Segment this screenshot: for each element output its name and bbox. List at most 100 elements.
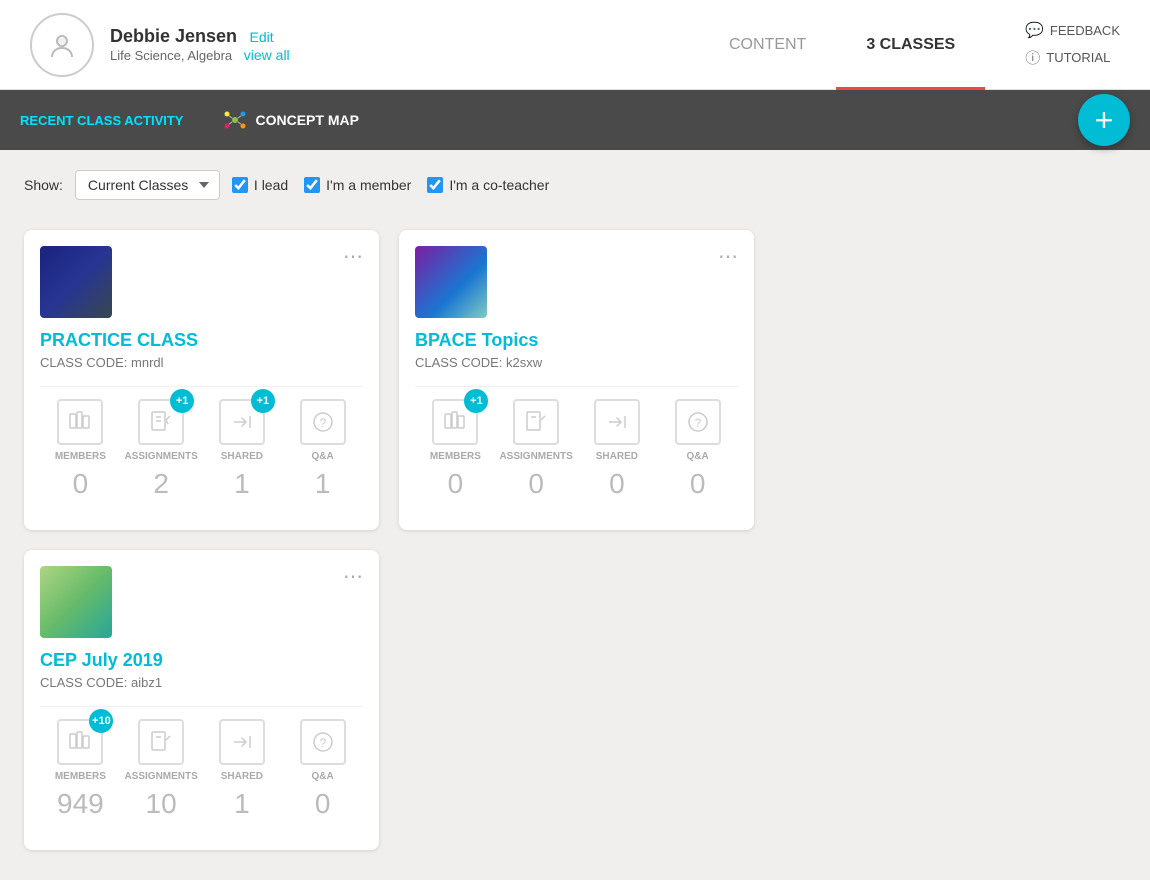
members-icon-wrap-b: +1 [432,399,478,445]
card-menu-practice[interactable]: ⋯ [343,244,365,269]
card-stats-bpace: +1 MEMBERS 0 ASSIGNMENTS 0 [415,386,738,500]
class-card-bpace: ⋯ BPACE Topics CLASS CODE: k2sxw +1 MEMB… [399,230,754,530]
members-icon-wrap-c: +10 [57,719,103,765]
nav-classes[interactable]: 3 CLASSES [836,0,985,90]
co-teacher-checkbox[interactable] [427,177,443,193]
nav-content[interactable]: CONTENT [699,0,836,90]
assignments-value-b: 0 [528,468,544,500]
add-class-button[interactable]: + [1078,94,1130,146]
tutorial-button[interactable]: ⓘ TUTORIAL [1025,47,1110,68]
card-code-bpace: CLASS CODE: k2sxw [415,355,738,370]
members-value-c: 949 [57,788,104,820]
class-filter-select[interactable]: Current Classes Past Classes All Classes [75,170,220,200]
shared-value: 1 [234,468,250,500]
members-badge-b: +1 [464,389,488,413]
info-icon: ⓘ [1025,47,1040,68]
assignments-icon-wrap: +1 [138,399,184,445]
stat-members: MEMBERS 0 [40,399,121,500]
user-name: Debbie Jensen [110,26,237,46]
concept-map-button[interactable]: CONCEPT MAP [223,108,358,132]
shared-icon-wrap-c [219,719,265,765]
qa-value-b: 0 [690,468,706,500]
card-thumb-cep [40,566,112,638]
assignments-label-b: ASSIGNMENTS [499,451,572,462]
assignments-icon-b [513,399,559,445]
qa-label-c: Q&A [312,771,334,782]
stat-qa-b: ? Q&A 0 [657,399,738,500]
stat-members-b: +1 MEMBERS 0 [415,399,496,500]
member-checkbox[interactable] [304,177,320,193]
card-thumb-practice [40,246,112,318]
shared-badge: +1 [251,389,275,413]
filter-i-lead[interactable]: I lead [232,177,288,193]
card-title-cep[interactable]: CEP July 2019 [40,650,363,671]
qa-icon-wrap-b: ? [675,399,721,445]
assignments-value: 2 [153,468,169,500]
card-menu-cep[interactable]: ⋯ [343,564,365,589]
stat-shared-c: SHARED 1 [202,719,283,820]
card-code-practice: CLASS CODE: mnrdl [40,355,363,370]
header-actions: 💬 FEEDBACK ⓘ TUTORIAL [1025,21,1120,68]
shared-label-c: SHARED [221,771,263,782]
members-label: MEMBERS [55,451,106,462]
assignments-icon-wrap-c [138,719,184,765]
qa-label-b: Q&A [687,451,709,462]
shared-value-c: 1 [234,788,250,820]
card-code-cep: CLASS CODE: aibz1 [40,675,363,690]
stat-qa: ? Q&A 1 [282,399,363,500]
members-value: 0 [73,468,89,500]
feedback-icon: 💬 [1025,21,1044,39]
subheader: RECENT CLASS ACTIVITY CONCEPT MAP + [0,90,1150,150]
filter-member[interactable]: I'm a member [304,177,411,193]
shared-label: SHARED [221,451,263,462]
card-thumb-bpace [415,246,487,318]
qa-value-c: 0 [315,788,331,820]
filter-bar: Show: Current Classes Past Classes All C… [0,150,1150,220]
qa-icon-wrap-c: ? [300,719,346,765]
main-nav: CONTENT 3 CLASSES [699,0,985,90]
shared-label-b: SHARED [596,451,638,462]
qa-value: 1 [315,468,331,500]
svg-text:?: ? [694,416,701,430]
user-info: Debbie Jensen Edit Life Science, Algebra… [110,26,659,63]
stat-assignments-c: ASSIGNMENTS 10 [121,719,202,820]
card-title-practice[interactable]: PRACTICE CLASS [40,330,363,351]
members-label-b: MEMBERS [430,451,481,462]
concept-map-icon [223,108,247,132]
recent-activity-button[interactable]: RECENT CLASS ACTIVITY [20,113,183,128]
show-label: Show: [24,177,63,193]
assignments-badge: +1 [170,389,194,413]
qa-icon-wrap: ? [300,399,346,445]
card-stats-cep: +10 MEMBERS 949 ASSIGNMENTS 10 [40,706,363,820]
members-label-c: MEMBERS [55,771,106,782]
i-lead-checkbox[interactable] [232,177,248,193]
card-title-bpace[interactable]: BPACE Topics [415,330,738,351]
stat-shared-b: SHARED 0 [577,399,658,500]
card-menu-bpace[interactable]: ⋯ [718,244,740,269]
svg-text:?: ? [319,736,326,750]
user-subjects: Life Science, Algebra view all [110,47,659,63]
assignments-icon-c [138,719,184,765]
shared-icon-c [219,719,265,765]
view-all-link[interactable]: view all [244,47,290,63]
svg-text:?: ? [319,416,326,430]
stat-members-c: +10 MEMBERS 949 [40,719,121,820]
qa-icon-c: ? [300,719,346,765]
members-badge-c: +10 [89,709,113,733]
class-card-practice: ⋯ PRACTICE CLASS CLASS CODE: mnrdl MEMBE… [24,230,379,530]
shared-icon-wrap: +1 [219,399,265,445]
avatar[interactable] [30,13,94,77]
cards-container: ⋯ PRACTICE CLASS CLASS CODE: mnrdl MEMBE… [0,220,1150,880]
stat-shared: +1 SHARED 1 [202,399,283,500]
stat-assignments: +1 ASSIGNMENTS 2 [121,399,202,500]
members-icon [57,399,103,445]
shared-icon-b [594,399,640,445]
assignments-value-c: 10 [146,788,177,820]
shared-icon-wrap-b [594,399,640,445]
filter-co-teacher[interactable]: I'm a co-teacher [427,177,549,193]
qa-icon-b: ? [675,399,721,445]
edit-profile-link[interactable]: Edit [250,29,274,45]
qa-label: Q&A [312,451,334,462]
feedback-button[interactable]: 💬 FEEDBACK [1025,21,1120,39]
class-card-cep: ⋯ CEP July 2019 CLASS CODE: aibz1 +10 ME… [24,550,379,850]
